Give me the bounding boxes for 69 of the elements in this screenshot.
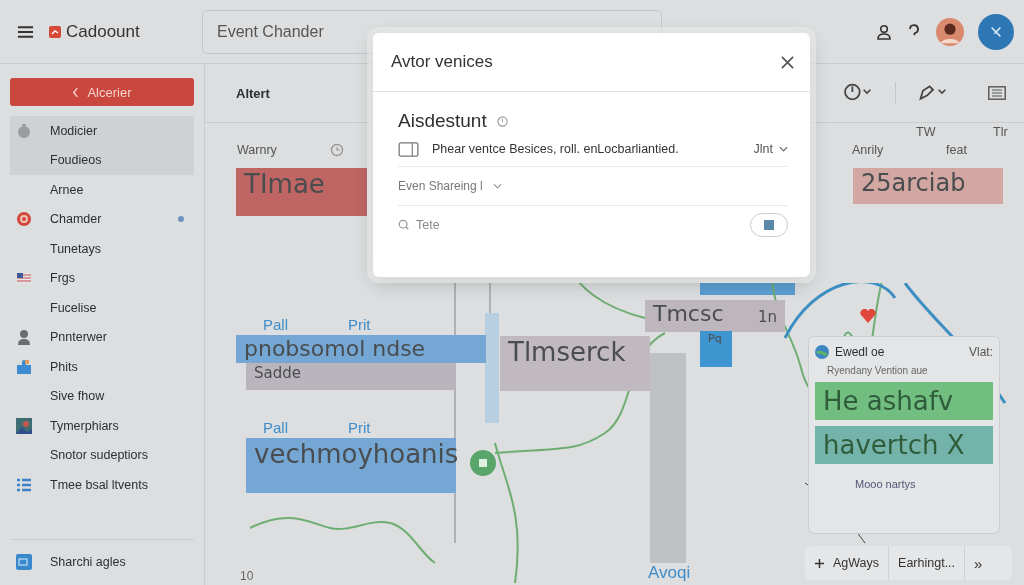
globe-icon [815, 345, 829, 359]
action-button[interactable]: AgWays [805, 546, 890, 580]
sidebar-item[interactable]: Snotor sudeptiors [10, 440, 194, 470]
sidebar-item[interactable]: Fucelise [10, 293, 194, 323]
person-icon [16, 329, 32, 346]
axis-label: 10 [240, 569, 254, 583]
event-block[interactable]: Tmcsc 1n [645, 300, 785, 332]
column-label: feat [946, 143, 967, 157]
close-icon[interactable] [781, 55, 794, 69]
menu-icon[interactable] [17, 24, 34, 39]
description: Phear ventce Besices, roll. enLocbarliantied. [432, 142, 679, 156]
sidebar-item[interactable]: Phits [10, 352, 194, 382]
tools-button[interactable] [978, 13, 1014, 50]
column-label: Tlr [993, 125, 1008, 139]
panel-icon [398, 141, 419, 157]
search-field[interactable]: Tete [398, 218, 440, 232]
lane-label: Prit [348, 316, 371, 333]
event-block[interactable]: 25arciab [853, 168, 1003, 204]
target-icon [16, 211, 32, 228]
event-block[interactable]: Tlmserck [500, 336, 650, 391]
action-button[interactable]: » [965, 546, 992, 580]
avatar[interactable] [936, 17, 964, 46]
caret-icon [779, 146, 788, 152]
caret-icon [492, 183, 502, 189]
sidebar-item[interactable]: Modicier [10, 116, 194, 146]
card-meta: Vlat: [969, 345, 993, 359]
sidebar-item[interactable]: Pnnterwer [10, 322, 194, 352]
column-label: Anrily [852, 143, 884, 157]
window-icon [16, 554, 32, 571]
sidebar-item[interactable]: Sive fhow [10, 381, 194, 411]
action-button[interactable]: Earhingt... [889, 546, 966, 580]
dialog-title: Avtor venices [391, 52, 493, 72]
axis-label: Avoqi [648, 563, 691, 583]
plus-icon [814, 557, 825, 569]
photo-icon [16, 417, 32, 434]
info-icon[interactable] [496, 115, 508, 127]
column-label: Warnry [237, 143, 277, 157]
card-title: Ewedl oe [835, 345, 885, 359]
cross-icon [989, 24, 1003, 39]
event-block[interactable]: Sadde [246, 363, 456, 390]
sidebar-item[interactable]: Tymerphiars [10, 411, 194, 441]
sidebar-item[interactable]: Tmee bsal ltvents [10, 470, 194, 500]
person-icon[interactable] [876, 23, 892, 40]
sidebar-item[interactable]: Arnee [10, 175, 194, 205]
puzzle-icon [16, 358, 32, 375]
sidebar-item[interactable]: Tunetays [10, 234, 194, 264]
list-icon [16, 476, 32, 493]
list-icon[interactable] [988, 86, 1006, 100]
sidebar-item[interactable]: Sharchi agles [10, 547, 194, 577]
sharing-dropdown[interactable]: Even Shareing l [398, 179, 502, 193]
logo-icon [49, 25, 61, 38]
chevron-icon [72, 86, 80, 98]
heart-icon [860, 309, 876, 323]
app-name: Cadoount [66, 21, 141, 42]
card-subtitle: Ryendany Vention aue [826, 365, 929, 376]
sidebar-item[interactable]: Frgs [10, 263, 194, 293]
search-icon [398, 219, 410, 231]
clock-icon [16, 122, 32, 139]
lane-label: Prit [348, 419, 371, 436]
sidebar-item[interactable]: Chamder [10, 204, 194, 234]
lane-label: Pall [263, 316, 288, 333]
sidebar-item[interactable]: Foudieos [10, 145, 194, 175]
section-title: Aisdestunt [398, 110, 487, 132]
lane-label: Pall [263, 419, 288, 436]
column-label: TW [916, 125, 936, 139]
page-title: Altert [236, 85, 270, 101]
card-footer: Mooo nartys [815, 478, 993, 490]
marker-icon[interactable] [470, 450, 496, 476]
select-dropdown[interactable]: Jlnt [753, 142, 788, 156]
